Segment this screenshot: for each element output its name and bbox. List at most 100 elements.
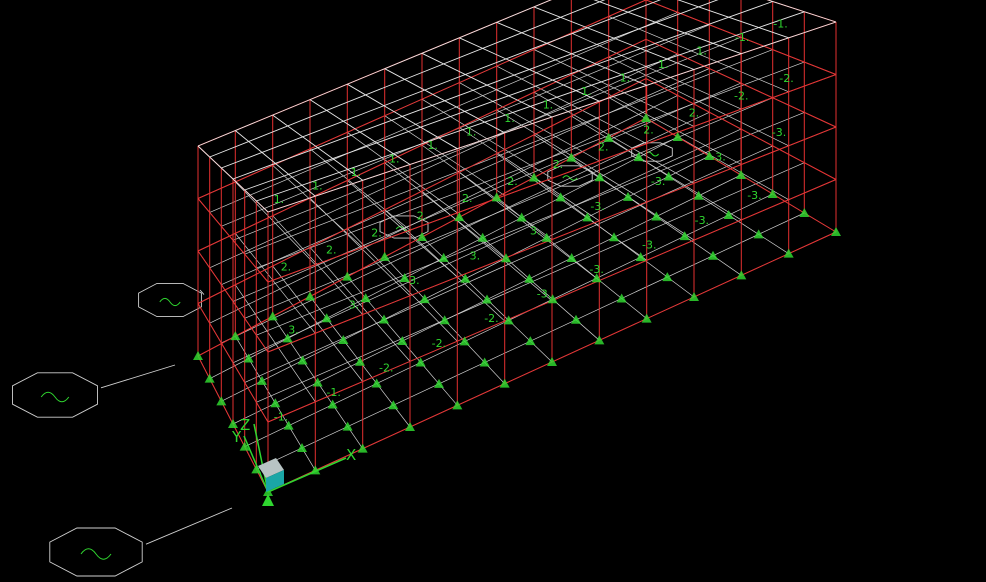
level-label: 3.	[349, 299, 360, 312]
fixed-support-icon	[371, 378, 382, 388]
fixed-support-icon	[609, 232, 619, 242]
fixed-support-icon	[477, 232, 488, 242]
level-label: -1.	[274, 411, 288, 424]
fixed-support-icon	[417, 232, 427, 241]
level-label: 2.	[281, 261, 292, 274]
section-cut-symbol	[80, 548, 112, 560]
fixed-support-icon	[708, 250, 718, 260]
section-cut-leader	[100, 364, 176, 389]
section-cut-marker	[49, 527, 143, 577]
level-label: -3.	[695, 214, 709, 227]
fixed-support-icon	[736, 270, 747, 280]
fixed-support-icon	[342, 271, 353, 281]
fixed-support-icon	[799, 208, 810, 217]
slab-grid-line	[221, 68, 710, 286]
fixed-support-icon	[831, 227, 841, 236]
level-label: 1.	[504, 112, 515, 125]
section-cut-marker	[138, 282, 202, 318]
level-label: -3.	[651, 175, 665, 188]
level-label: 1.	[543, 98, 554, 111]
level-label: 2.	[643, 124, 654, 137]
fixed-support-icon	[270, 398, 281, 408]
level-label: 2.	[507, 175, 518, 188]
fixed-support-icon	[689, 292, 699, 301]
fixed-support-icon	[257, 375, 267, 385]
level-label: -3.	[537, 288, 551, 301]
level-label: 2.	[462, 192, 473, 205]
level-label: 1.	[351, 166, 362, 179]
level-label: 2.	[553, 158, 564, 171]
level-label: 2.	[598, 141, 609, 154]
level-label: 2.	[689, 106, 700, 119]
fixed-support-icon	[501, 253, 511, 263]
level-label: 1.	[427, 139, 438, 152]
z-axis-label: Z	[240, 416, 250, 434]
level-label: -1.	[326, 386, 340, 399]
fixed-support-icon	[297, 355, 308, 365]
level-label: -3.	[590, 200, 604, 213]
fixed-support-icon	[312, 377, 323, 387]
level-label: 1.	[696, 44, 707, 57]
slab-grid-line	[209, 53, 678, 269]
fixed-support-icon	[679, 231, 690, 241]
fixed-support-icon	[357, 443, 368, 453]
fixed-support-icon	[623, 191, 633, 201]
fixed-support-icon	[662, 272, 673, 282]
level-label: -2.	[379, 361, 393, 374]
structural-model-viewport[interactable]: 1. 1. 1. 1. 1. 1. 1. 1. 1. 1. 1. 1. -1. -1. 2. 2. 2. 2. 2.…	[0, 0, 986, 578]
fixed-support-icon	[267, 311, 278, 321]
x-axis-label: X	[346, 446, 356, 464]
level-label: 3.	[288, 323, 299, 336]
level-label: 1.	[389, 152, 400, 165]
slab-grid-line	[232, 82, 742, 302]
section-cut-symbol	[159, 297, 181, 307]
level-label: 2.	[371, 226, 382, 239]
level-label: -1.	[773, 17, 787, 30]
fixed-support-icon	[594, 172, 605, 182]
model-canvas[interactable]: 1. 1. 1. 1. 1. 1. 1. 1. 1. 1. 1. 1. -1. -1. 2. 2. 2. 2. 2.…	[0, 0, 986, 578]
slab-grid-line	[221, 111, 710, 344]
level-label: -2.	[432, 337, 446, 350]
level-label: -1.	[735, 31, 749, 44]
fixed-support-icon	[767, 189, 778, 198]
level-label: -3.	[747, 189, 761, 202]
fixed-support-icon	[388, 400, 399, 410]
fixed-support-icon	[616, 293, 627, 303]
fixed-support-icon	[753, 229, 764, 239]
level-label: -3.	[711, 151, 725, 164]
fixed-support-icon	[216, 396, 227, 406]
level-label: 3.	[409, 274, 420, 287]
fixed-support-icon	[566, 253, 577, 262]
fixed-support-icon	[783, 248, 794, 258]
fixed-support-icon	[571, 314, 581, 324]
level-label: 1.	[312, 179, 323, 192]
level-label: -3.	[642, 238, 656, 251]
level-label: 1.	[581, 85, 592, 98]
fixed-support-icon	[297, 442, 307, 452]
section-cut-leader	[145, 507, 233, 545]
fixed-support-icon	[594, 335, 605, 345]
level-label: -2.	[779, 72, 793, 85]
fixed-support-icon	[355, 356, 365, 366]
level-label: -3.	[589, 263, 603, 276]
fixed-support-icon	[524, 273, 535, 283]
level-label: 1.	[466, 125, 477, 138]
level-label: 3.	[530, 225, 541, 238]
fixed-support-icon	[228, 419, 238, 428]
level-label: -2.	[484, 312, 498, 325]
level-label: 1.	[274, 193, 285, 206]
fixed-support-icon	[327, 399, 338, 409]
level-label: 1.	[620, 71, 631, 84]
fixed-support-icon	[641, 113, 651, 122]
level-label: 2.	[417, 209, 428, 222]
roof-grid-line	[209, 0, 606, 158]
fixed-support-icon	[342, 421, 353, 431]
fixed-support-icon	[230, 331, 241, 341]
level-label: -2.	[734, 89, 748, 102]
section-cut-marker	[12, 372, 98, 418]
fixed-support-icon	[204, 373, 215, 383]
fixed-support-icon	[582, 212, 593, 222]
fixed-support-icon	[641, 313, 652, 323]
fixed-support-icon	[379, 251, 390, 261]
fixed-support-icon	[193, 351, 203, 360]
